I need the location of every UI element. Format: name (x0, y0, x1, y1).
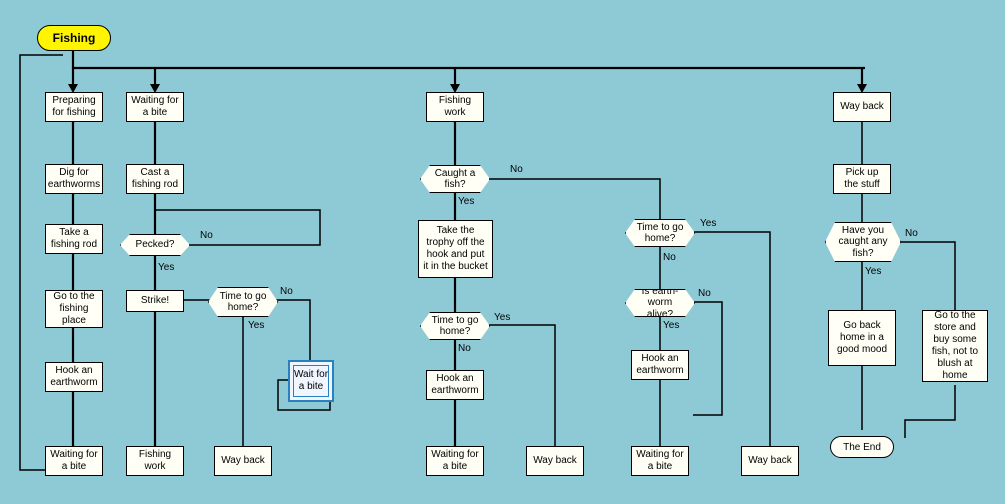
col4-caught: Caught a fish? (420, 165, 490, 193)
col1-rod: Take a fishing rod (45, 224, 103, 254)
col2-strike: Strike! (126, 290, 184, 312)
col5-wayback: Way back (526, 446, 584, 476)
start-node: Fishing (37, 25, 111, 51)
col6-wait: Waiting for a bite (631, 446, 689, 476)
col2-fishwork: Fishing work (126, 446, 184, 476)
col8-caughtany: Have you caught any fish? (825, 222, 901, 262)
label-yes: Yes (865, 266, 881, 277)
label-no: No (200, 230, 213, 241)
col2-waiting: Waiting for a bite (126, 92, 184, 122)
flowchart-canvas: Fishing Preparing for fishing Dig for ea… (0, 0, 1005, 504)
col4-wait: Waiting for a bite (426, 446, 484, 476)
col4-time: Time to go home? (420, 312, 490, 340)
col1-hook: Hook an earthworm (45, 362, 103, 392)
col3-wayback: Way back (214, 446, 272, 476)
col9-store: Go to the store and buy some fish, not t… (922, 310, 988, 382)
label-yes: Yes (158, 262, 174, 273)
end-node: The End (830, 436, 894, 458)
col8-pickup: Pick up the stuff (833, 164, 891, 194)
col8-wayback: Way back (833, 92, 891, 122)
col6-worm: Is earth- worm alive? (625, 289, 695, 317)
label-yes: Yes (248, 320, 264, 331)
col6-hook: Hook an earthworm (631, 350, 689, 380)
col1-dig: Dig for earthworms (45, 164, 103, 194)
label-no: No (905, 228, 918, 239)
label-no: No (458, 343, 471, 354)
col1-preparing: Preparing for fishing (45, 92, 103, 122)
col1-wait: Waiting for a bite (45, 446, 103, 476)
col8-goodmood: Go back home in a good mood (828, 310, 896, 366)
label-yes: Yes (700, 218, 716, 229)
col4-hook: Hook an earthworm (426, 370, 484, 400)
col6-time: Time to go home? (625, 219, 695, 247)
col7-wayback: Way back (741, 446, 799, 476)
label-no: No (280, 286, 293, 297)
col2-pecked: Pecked? (120, 234, 190, 256)
col4-trophy: Take the trophy off the hook and put it … (418, 220, 493, 278)
col3-time: Time to go home? (208, 287, 278, 317)
col1-goto: Go to the fishing place (45, 290, 103, 328)
col3-waitcall: Wait for a bite (288, 360, 334, 402)
label-no: No (663, 252, 676, 263)
label-no: No (510, 164, 523, 175)
col4-fishwork: Fishing work (426, 92, 484, 122)
label-yes: Yes (663, 320, 679, 331)
label-no: No (698, 288, 711, 299)
col2-cast: Cast a fishing rod (126, 164, 184, 194)
label-yes: Yes (458, 196, 474, 207)
label-yes: Yes (494, 312, 510, 323)
